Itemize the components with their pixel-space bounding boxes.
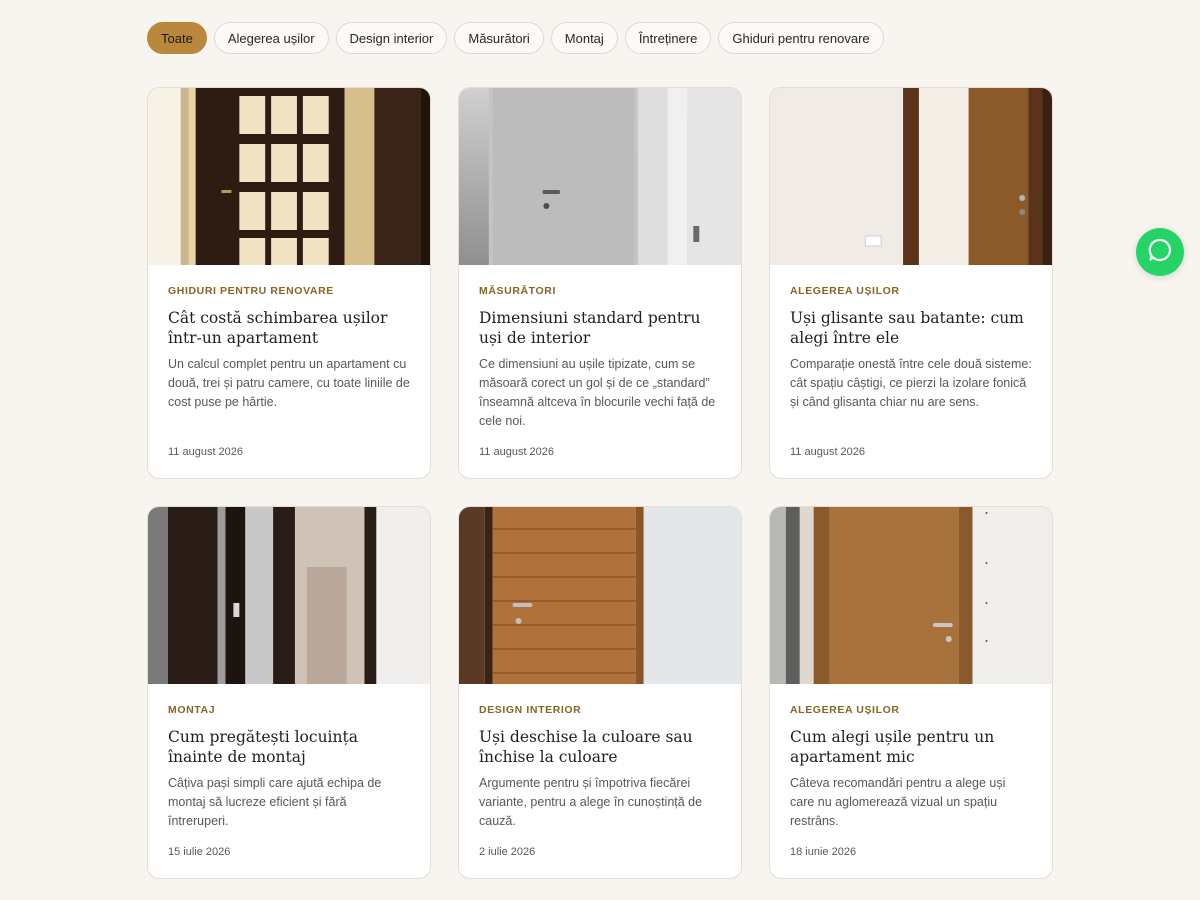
article-date: 2 iulie 2026 — [479, 846, 536, 858]
whatsapp-chat-icon — [1147, 237, 1173, 268]
article-excerpt: Comparație onestă între cele două sistem… — [790, 357, 1032, 409]
article-excerpt: Câteva recomandări pentru a alege uși ca… — [790, 776, 1006, 828]
article-category: ALEGEREA UȘILOR — [790, 704, 900, 716]
article-title[interactable]: Cât costă schimbarea ușilor într-un apar… — [168, 308, 410, 348]
article-date: 11 august 2026 — [790, 446, 866, 458]
article-excerpt: Ce dimensiuni au ușile tipizate, cum se … — [479, 357, 716, 428]
filter-chip-montaj[interactable]: Montaj — [550, 22, 618, 54]
article-category: DESIGN INTERIOR — [479, 704, 582, 716]
article-date: 11 august 2026 — [479, 446, 555, 458]
article-card[interactable]: MĂSURĂTORI Dimensiuni standard pentru uș… — [458, 87, 742, 479]
article-title[interactable]: Uși deschise la culoare sau închise la c… — [479, 727, 721, 767]
article-date: 11 august 2026 — [168, 446, 244, 458]
whatsapp-chat-button[interactable] — [1136, 228, 1184, 276]
article-category: ALEGEREA UȘILOR — [790, 285, 900, 297]
filter-chip-toate[interactable]: Toate — [147, 22, 207, 54]
article-excerpt: Câțiva pași simpli care ajută echipa de … — [168, 776, 382, 828]
article-image-white-door — [459, 88, 741, 265]
article-title[interactable]: Uși glisante sau batante: cum alegi într… — [790, 308, 1032, 348]
article-title[interactable]: Cum alegi ușile pentru un apartament mic — [790, 727, 1032, 767]
article-image-oak-door — [770, 507, 1052, 684]
filter-chip-intretinere[interactable]: Întreținere — [624, 22, 712, 54]
article-excerpt: Argumente pentru și împotriva fiecărei v… — [479, 776, 703, 828]
article-card[interactable]: ALEGEREA UȘILOR Cum alegi ușile pentru u… — [769, 506, 1053, 879]
article-image-wood-door-corner — [770, 88, 1052, 265]
article-card[interactable]: MONTAJ Cum pregătești locuința înainte d… — [147, 506, 431, 879]
filter-chip-alegerea-usilor[interactable]: Alegerea ușilor — [213, 22, 329, 54]
article-title[interactable]: Cum pregătești locuința înainte de monta… — [168, 727, 410, 767]
article-title[interactable]: Dimensiuni standard pentru uși de interi… — [479, 308, 721, 348]
article-category: GHIDURI PENTRU RENOVARE — [168, 285, 334, 297]
article-card[interactable]: GHIDURI PENTRU RENOVARE Cât costă schimb… — [147, 87, 431, 479]
article-image-glass-sliding-door — [148, 507, 430, 684]
article-category: MĂSURĂTORI — [479, 285, 556, 297]
filter-chip-masuratori[interactable]: Măsurători — [454, 22, 544, 54]
article-image-dark-wood-glass-door — [148, 88, 430, 265]
article-card[interactable]: DESIGN INTERIOR Uși deschise la culoare … — [458, 506, 742, 879]
category-filters: Toate Alegerea ușilor Design interior Mă… — [147, 22, 884, 54]
articles-grid: GHIDURI PENTRU RENOVARE Cât costă schimb… — [147, 87, 1054, 879]
article-date: 15 iulie 2026 — [168, 846, 231, 858]
article-image-horizontal-oak-door — [459, 507, 741, 684]
article-category: MONTAJ — [168, 704, 216, 716]
article-excerpt: Un calcul complet pentru un apartament c… — [168, 357, 410, 409]
article-card[interactable]: ALEGEREA UȘILOR Uși glisante sau batante… — [769, 87, 1053, 479]
article-date: 18 iunie 2026 — [790, 846, 857, 858]
filter-chip-design-interior[interactable]: Design interior — [335, 22, 448, 54]
filter-chip-ghiduri-renovare[interactable]: Ghiduri pentru renovare — [718, 22, 884, 54]
